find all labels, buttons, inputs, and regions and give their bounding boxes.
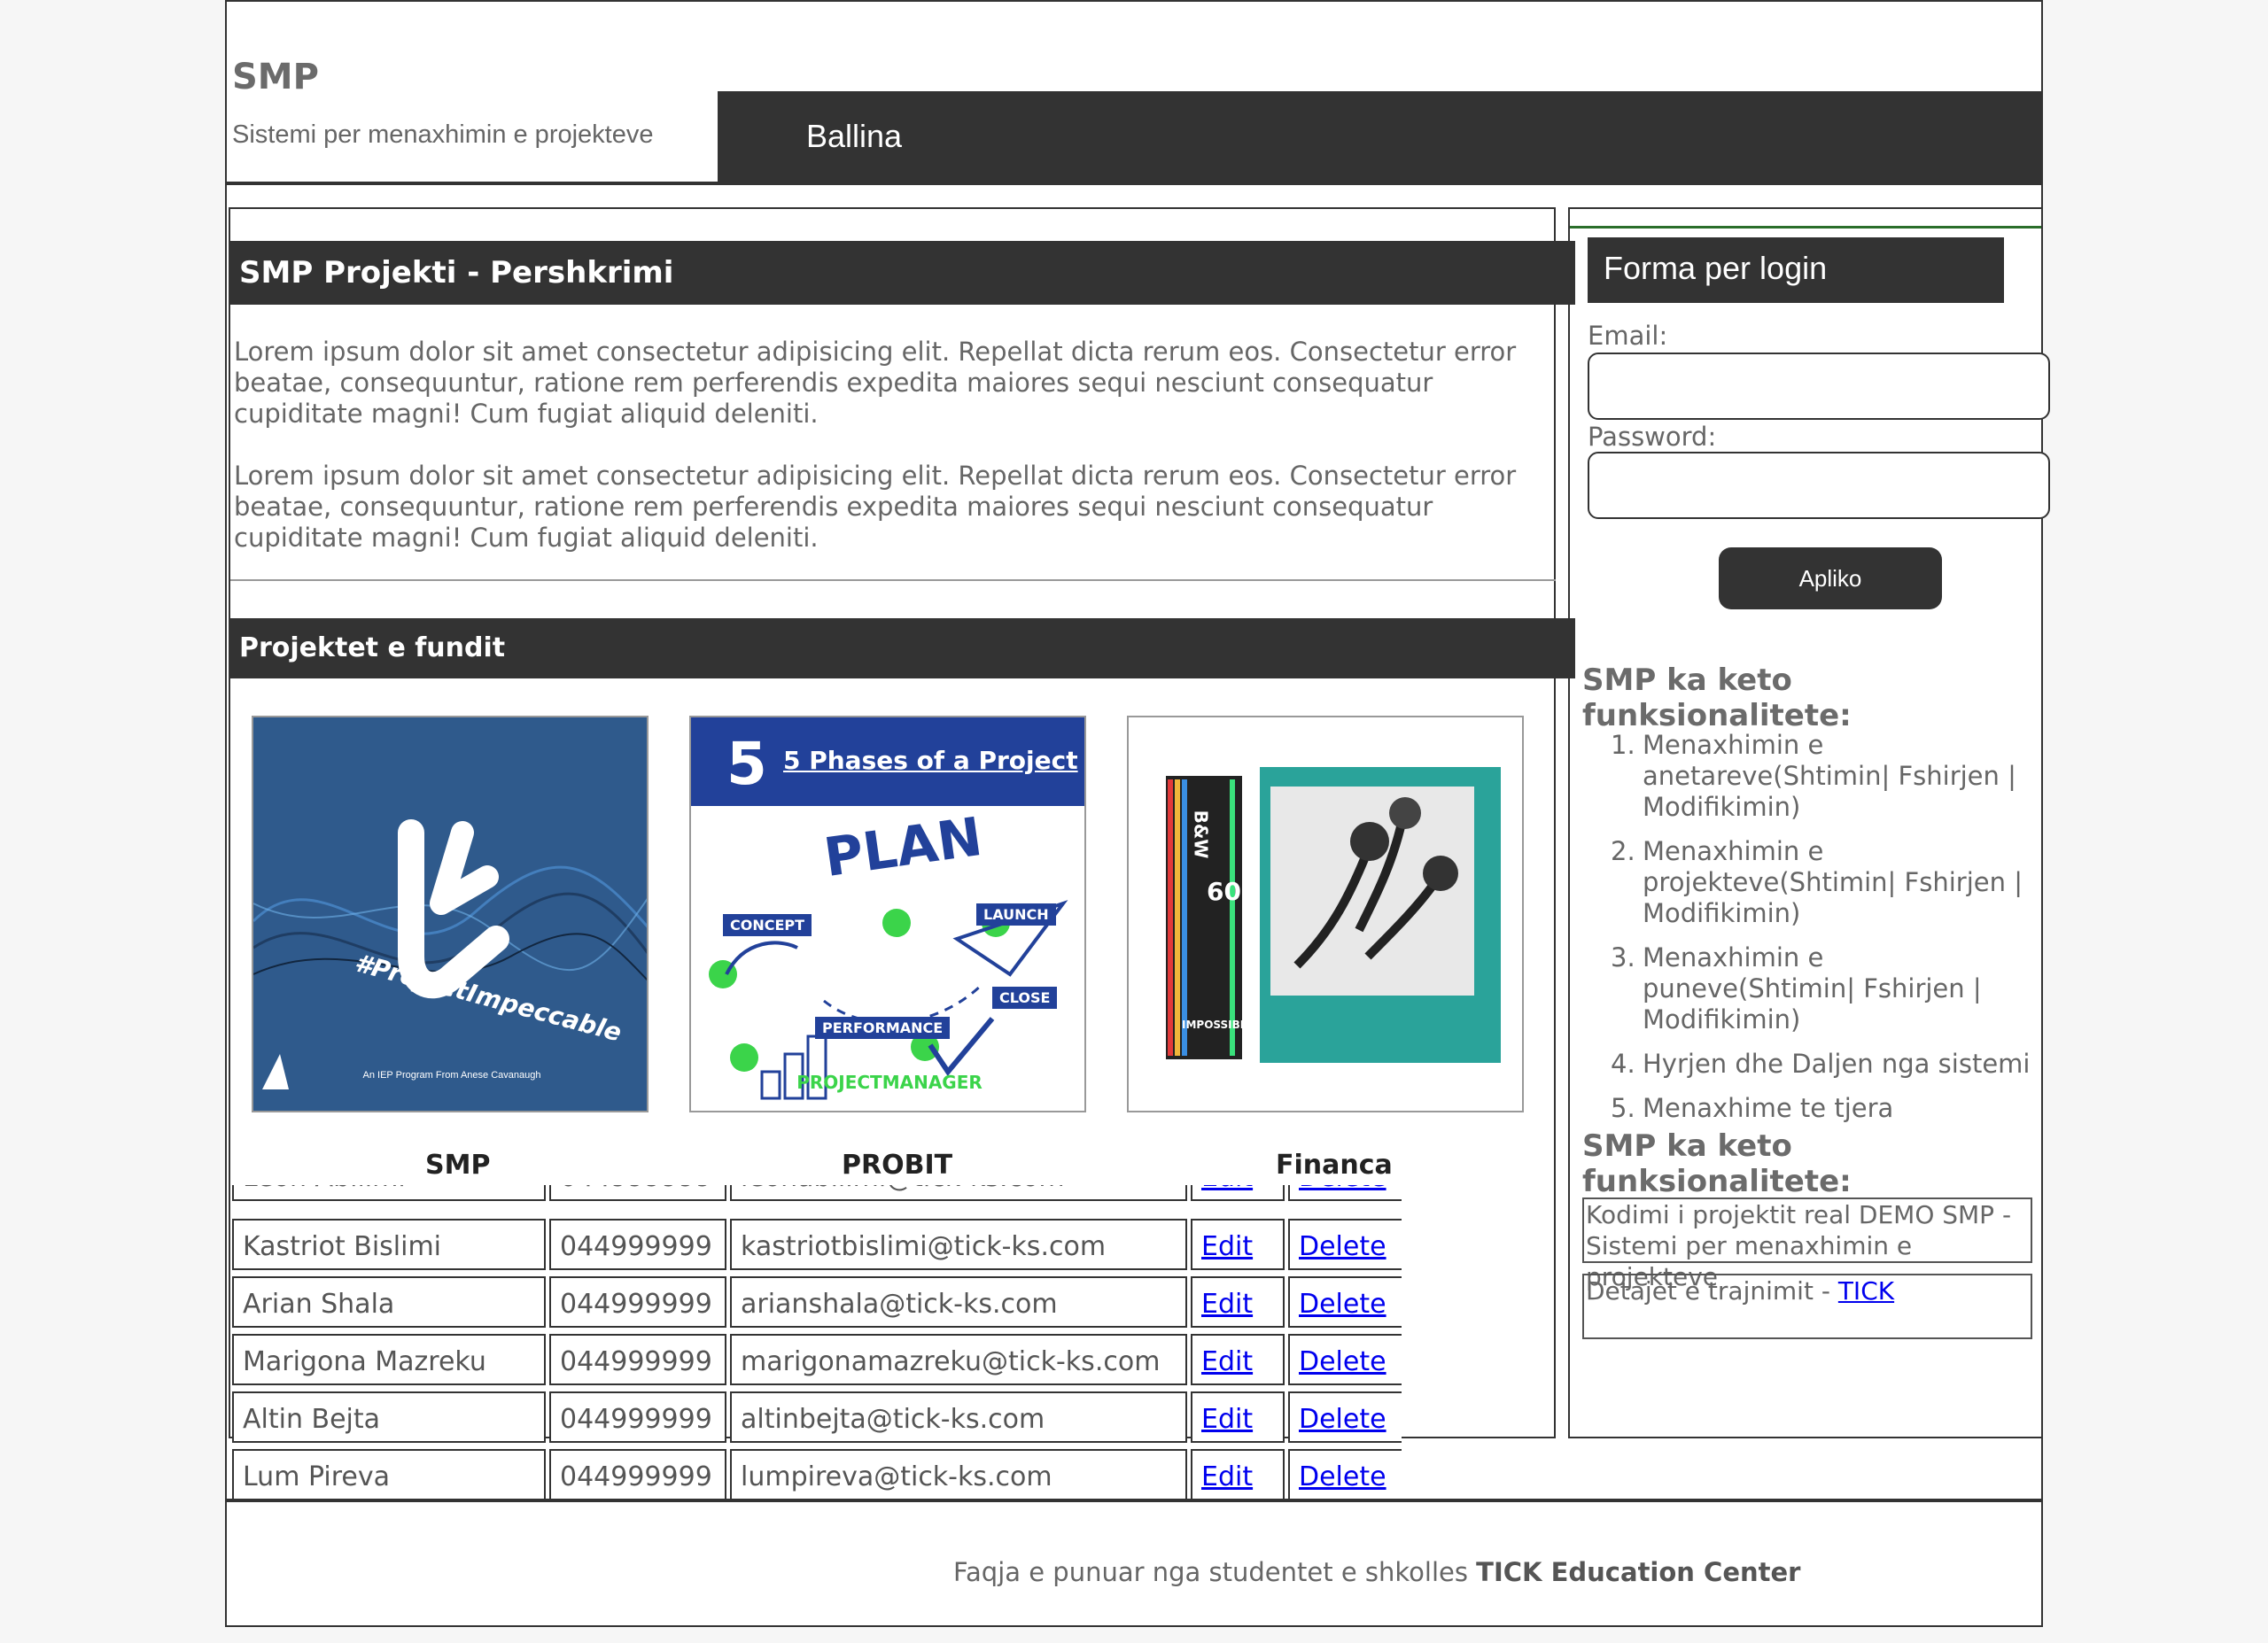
project-image-caption: An IEP Program From Anese Cavanaugh <box>362 1070 541 1081</box>
phase-label-performance: PERFORMANCE <box>815 1017 951 1039</box>
member-phone: 044999999 <box>549 1391 726 1443</box>
phase-label-close: CLOSE <box>992 987 1058 1009</box>
project-image-financa[interactable]: B&W 600 IMPOSSIBLE <box>1127 716 1524 1112</box>
edit-link[interactable]: Edit <box>1201 1289 1253 1320</box>
list-item: 3. Menaxhimin e puneve(Shtimin| Fshirjen … <box>1611 942 2036 1035</box>
member-name: Altin Bejta <box>232 1391 546 1443</box>
phase-label-launch: LAUNCH <box>976 903 1056 926</box>
member-phone: 044999999 <box>549 1185 726 1201</box>
features-heading: SMP ka keto funksionalitete: <box>1582 663 1852 733</box>
edit-link[interactable]: Edit <box>1201 1346 1253 1377</box>
delete-link[interactable]: Delete <box>1299 1231 1386 1262</box>
delete-link[interactable]: Delete <box>1299 1404 1386 1435</box>
site-title: SMP <box>232 57 319 97</box>
delete-link[interactable]: Delete <box>1299 1289 1386 1320</box>
film-box-brand: IMPOSSIBLE <box>1182 1019 1254 1031</box>
phases-number: 5 <box>726 730 767 798</box>
member-email: lumpireva@tick-ks.com <box>730 1449 1187 1500</box>
delete-link[interactable]: Delete <box>1299 1461 1386 1492</box>
footer-text: Faqja e punuar nga studentet e shkolles … <box>953 1557 1800 1587</box>
project-label-smp: SMP <box>425 1150 491 1181</box>
member-email: altinbejta@tick-ks.com <box>730 1391 1187 1443</box>
footer-divider <box>227 1499 2043 1502</box>
footer-brand: TICK Education Center <box>1476 1557 1801 1587</box>
projectmanager-logo-text: PROJECTMANAGER <box>796 1072 983 1093</box>
project-impeccable-illustration <box>253 819 647 1089</box>
member-name: Arian Shala <box>232 1276 546 1328</box>
list-item: 4. Hyrjen dhe Daljen nga sistemi <box>1611 1049 2031 1079</box>
footer-credit: Faqja e punuar nga studentet e shkolles <box>953 1557 1477 1587</box>
project-label-probit: PROBIT <box>842 1150 953 1181</box>
phases-title: 5 Phases of a Project <box>783 746 1078 775</box>
feature-text: Menaxhimin e puneve(Shtimin| Fshirjen | … <box>1643 942 1982 1035</box>
edit-link[interactable]: Edit <box>1201 1404 1253 1435</box>
delete-link[interactable]: Delete <box>1299 1185 1386 1193</box>
member-phone: 044999999 <box>549 1449 726 1500</box>
tick-link[interactable]: TICK <box>1838 1276 1894 1306</box>
project-label-financa: Financa <box>1276 1150 1393 1181</box>
member-phone: 044999999 <box>549 1219 726 1270</box>
film-box-label: B&W <box>1190 810 1212 859</box>
nav-item-ballina[interactable]: Ballina <box>806 118 902 155</box>
email-label: Email: <box>1588 321 1668 351</box>
page: SMP Sistemi per menaxhimin e projekteve … <box>225 0 2050 1627</box>
edit-link[interactable]: Edit <box>1201 1461 1253 1492</box>
section-title-recent-projects: Projektet e fundit <box>229 618 1575 678</box>
site-subtitle: Sistemi per menaxhimin e projekteve <box>232 120 654 149</box>
member-email: kastriotbislimi@tick-ks.com <box>730 1219 1187 1270</box>
member-name: Leon Abilimi <box>232 1185 546 1201</box>
apliko-button[interactable]: Apliko <box>1719 547 1942 609</box>
list-item: 5. Menaxhime te tjera <box>1611 1093 1894 1123</box>
password-field[interactable] <box>1588 452 2050 519</box>
feature-text: Menaxhimin e projekteve(Shtimin| Fshirje… <box>1643 836 2023 928</box>
member-email: marigonamazreku@tick-ks.com <box>730 1334 1187 1385</box>
member-name: Marigona Mazreku <box>232 1334 546 1385</box>
members-table: Leon Abilimi 044999999 leonabilimi@tick-… <box>232 1185 1402 1504</box>
member-email: arianshala@tick-ks.com <box>730 1276 1187 1328</box>
training-details-text: Detajet e trajnimit - <box>1586 1276 1838 1306</box>
member-phone: 044999999 <box>549 1276 726 1328</box>
film-box-number: 600 <box>1207 877 1259 906</box>
member-email: leonabilimi@tick-ks.com <box>730 1185 1187 1201</box>
edit-link[interactable]: Edit <box>1201 1231 1253 1262</box>
feature-text: Menaxhimin e anetareve(Shtimin| Fshirjen… <box>1643 730 2016 822</box>
divider <box>230 579 1556 581</box>
polaroid-film-illustration <box>1166 767 1501 1063</box>
description-paragraph: Lorem ipsum dolor sit amet consectetur a… <box>234 337 1517 429</box>
project-image-probit[interactable]: 5 5 Phases of a Project PLAN CONCEPT LAU… <box>689 716 1086 1112</box>
member-phone: 044999999 <box>549 1334 726 1385</box>
project-image-smp[interactable]: #ProjectImpeccable An IEP Program From A… <box>252 716 649 1112</box>
delete-link[interactable]: Delete <box>1299 1346 1386 1377</box>
description-paragraph: Lorem ipsum dolor sit amet consectetur a… <box>234 461 1517 553</box>
login-form-title: Forma per login <box>1588 237 2004 303</box>
edit-link[interactable]: Edit <box>1201 1185 1253 1193</box>
features-list: 1. Menaxhimin e anetareve(Shtimin| Fshirj… <box>1611 730 2036 1137</box>
nav-bar: Ballina <box>718 91 2043 182</box>
section-title-description: SMP Projekti - Pershkrimi <box>229 241 1575 305</box>
list-item: 2. Menaxhimin e projekteve(Shtimin| Fshir… <box>1611 836 2036 929</box>
feature-text: Hyrjen dhe Daljen nga sistemi <box>1643 1049 2031 1079</box>
demo-project-box: Kodimi i projektit real DEMO SMP - Siste… <box>1582 1197 2032 1291</box>
header-divider <box>227 182 2043 185</box>
phase-label-concept: CONCEPT <box>723 914 812 936</box>
email-field[interactable] <box>1588 353 2050 420</box>
features-heading-2: SMP ka keto funksionalitete: <box>1582 1128 1852 1199</box>
training-details-box: Detajet e trajnimit - TICK <box>1582 1274 2032 1339</box>
password-label: Password: <box>1588 422 1717 452</box>
sidebar-top-border <box>1570 209 2041 229</box>
feature-text: Menaxhime te tjera <box>1643 1093 1894 1123</box>
member-name: Lum Pireva <box>232 1449 546 1500</box>
member-name: Kastriot Bislimi <box>232 1219 546 1270</box>
list-item: 1. Menaxhimin e anetareve(Shtimin| Fshirj… <box>1611 730 2036 823</box>
sidebar: Forma per login Email: Password: Apliko … <box>1568 207 2050 1438</box>
